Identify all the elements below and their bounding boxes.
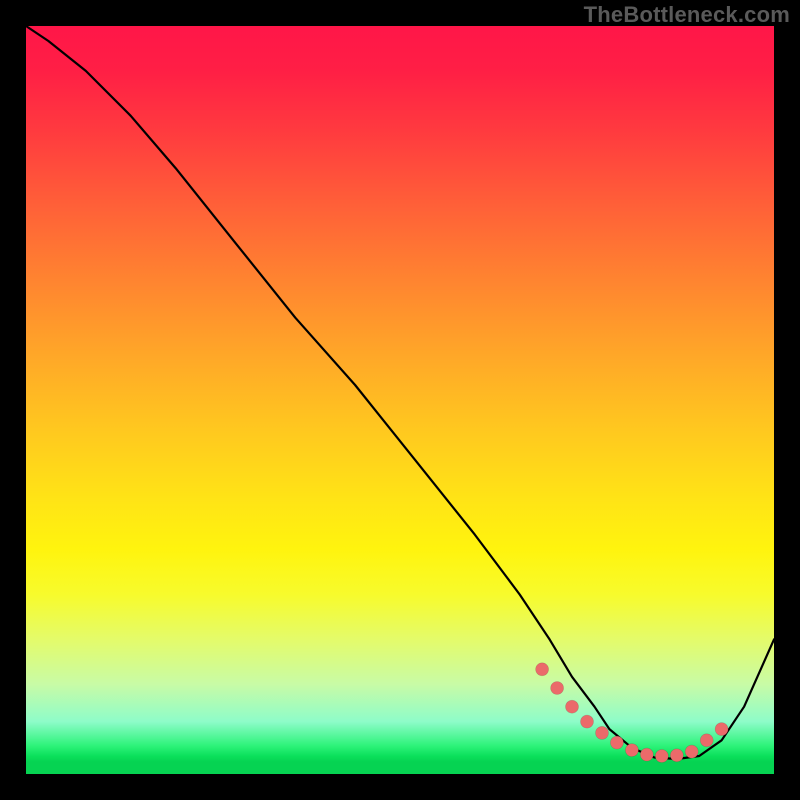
trough-dot	[715, 723, 728, 736]
trough-dot	[655, 750, 668, 763]
trough-dot	[566, 700, 579, 713]
watermark-text: TheBottleneck.com	[584, 2, 790, 28]
chart-stage: TheBottleneck.com	[0, 0, 800, 800]
trough-dot	[670, 749, 683, 762]
trough-dot	[596, 726, 609, 739]
trough-dot	[610, 736, 623, 749]
trough-dot	[536, 663, 549, 676]
trough-dot	[581, 715, 594, 728]
curve-layer	[26, 26, 774, 774]
trough-dot	[640, 748, 653, 761]
trough-dot	[625, 744, 638, 757]
trough-dots	[536, 663, 729, 763]
trough-dot	[685, 745, 698, 758]
plot-area	[26, 26, 774, 774]
trough-dot	[700, 734, 713, 747]
bottleneck-curve	[26, 26, 774, 759]
trough-dot	[551, 682, 564, 695]
